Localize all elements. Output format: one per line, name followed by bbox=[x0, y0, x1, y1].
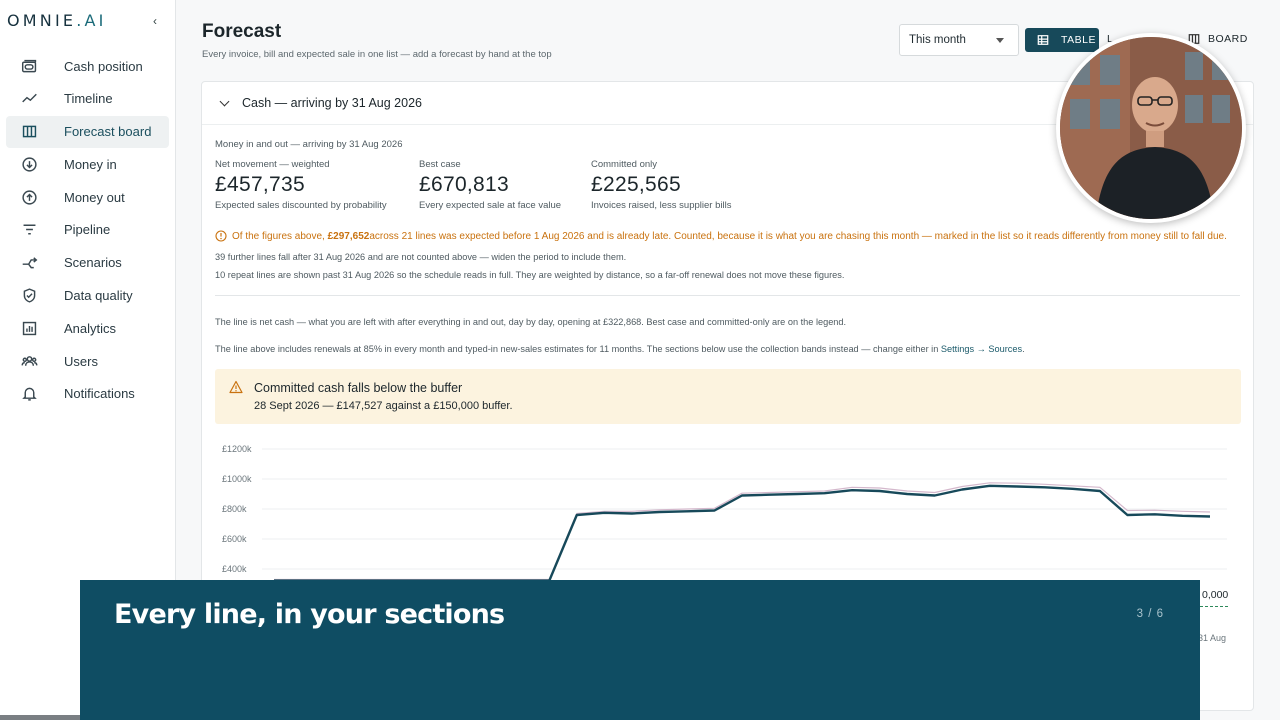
sidebar-item-pipeline[interactable]: Pipeline bbox=[6, 214, 169, 246]
branch-arrows-icon bbox=[20, 254, 38, 272]
view-table-button[interactable]: TABLE bbox=[1025, 28, 1099, 52]
sidebar-item-money-in[interactable]: Money in bbox=[6, 148, 169, 180]
sidebar-item-timeline[interactable]: Timeline bbox=[6, 83, 169, 115]
further-lines-note: 39 further lines fall after 31 Aug 2026 … bbox=[215, 252, 627, 262]
arrow-up-circle-icon bbox=[20, 188, 38, 206]
renewals-explainer: The line above includes renewals at 85% … bbox=[215, 344, 1025, 354]
y-tick-label: £1200k bbox=[222, 444, 252, 454]
view-board-label: BOARD bbox=[1208, 33, 1248, 45]
sidebar-nav: Cash position Timeline Forecast board Mo… bbox=[6, 50, 169, 411]
wallet-icon bbox=[20, 57, 38, 75]
sidebar-item-label: Data quality bbox=[64, 288, 133, 304]
buffer-line-peek bbox=[1200, 606, 1228, 607]
page-title: Forecast bbox=[202, 21, 282, 42]
renewals-explainer-text: The line above includes renewals at 85% … bbox=[215, 344, 941, 354]
view-board-button[interactable]: BOARD bbox=[1188, 33, 1248, 45]
sidebar-item-data-quality[interactable]: Data quality bbox=[6, 280, 169, 312]
metric-best-case: Best case £670,813 Every expected sale a… bbox=[419, 159, 561, 211]
alert-title: Committed cash falls below the buffer bbox=[254, 381, 463, 395]
sidebar-item-label: Users bbox=[64, 353, 98, 369]
late-note-prefix: Of the figures above, bbox=[232, 230, 325, 242]
sidebar-item-users[interactable]: Users bbox=[6, 345, 169, 377]
bar-chart-icon bbox=[20, 319, 38, 337]
sidebar-item-label: Money out bbox=[64, 189, 125, 205]
app-window: OMNIE.AI ‹ Cash position Timeline Foreca… bbox=[0, 0, 1280, 720]
metric-committed-only: Committed only £225,565 Invoices raised,… bbox=[591, 159, 731, 211]
sidebar-item-label: Cash position bbox=[64, 58, 143, 74]
buffer-alert: Committed cash falls below the buffer 28… bbox=[215, 369, 1241, 424]
section-label: Money in and out — arriving by 31 Aug 20… bbox=[215, 139, 403, 150]
best-case-series-line[interactable] bbox=[274, 482, 1211, 581]
bell-icon bbox=[20, 385, 38, 403]
brand-suffix: AI bbox=[84, 11, 107, 30]
sidebar-item-forecast-board[interactable]: Forecast board bbox=[6, 115, 169, 148]
chevron-down-icon bbox=[219, 96, 230, 106]
caption-banner: Every line, in your sections 3 / 6 bbox=[80, 580, 1200, 720]
divider bbox=[215, 295, 1240, 296]
sidebar-item-notifications[interactable]: Notifications bbox=[6, 378, 169, 410]
y-tick-label: £400k bbox=[222, 564, 247, 574]
sidebar-item-label: Analytics bbox=[64, 320, 117, 336]
columns-icon bbox=[20, 123, 38, 141]
slide-counter: 3 / 6 bbox=[1136, 608, 1164, 620]
brand-logo[interactable]: OMNIE.AI bbox=[7, 11, 107, 30]
net-cash-series-line[interactable] bbox=[274, 484, 1211, 582]
page-subtitle: Every invoice, bill and expected sale in… bbox=[202, 49, 552, 60]
sidebar-item-label: Timeline bbox=[64, 91, 113, 107]
table-icon bbox=[1037, 35, 1049, 45]
presenter-video-frame bbox=[1060, 37, 1242, 219]
repeat-lines-note: 10 repeat lines are shown past 31 Aug 20… bbox=[215, 270, 845, 280]
trend-line-icon bbox=[20, 90, 38, 108]
period-select-value: This month bbox=[909, 34, 966, 46]
filter-icon bbox=[20, 221, 38, 239]
chart-date-peek: 31 Aug bbox=[1198, 633, 1227, 643]
y-tick-label: £800k bbox=[222, 504, 247, 514]
alert-detail: 28 Sept 2026 — £147,527 against a £150,0… bbox=[254, 400, 513, 412]
sidebar-item-analytics[interactable]: Analytics bbox=[6, 312, 169, 344]
warning-circle-icon bbox=[215, 230, 227, 242]
sidebar-item-label: Forecast board bbox=[64, 124, 152, 140]
brand-dot: . bbox=[76, 11, 85, 30]
late-figures-note: Of the figures above, £297,652 across 21… bbox=[215, 230, 1227, 242]
sidebar-item-label: Notifications bbox=[64, 386, 135, 402]
caption-title: Every line, in your sections bbox=[114, 599, 505, 630]
metric-sub: Invoices raised, less supplier bills bbox=[591, 200, 732, 211]
sidebar-item-label: Money in bbox=[64, 156, 117, 172]
shield-check-icon bbox=[20, 287, 38, 305]
sidebar-item-cash-position[interactable]: Cash position bbox=[6, 50, 169, 82]
period-select[interactable]: This month bbox=[899, 24, 1019, 56]
sidebar-item-label: Pipeline bbox=[64, 222, 111, 238]
presenter-video[interactable] bbox=[1056, 33, 1246, 223]
metric-label: Net movement — weighted bbox=[215, 159, 330, 170]
metric-value: £225,565 bbox=[591, 173, 681, 196]
metric-sub: Every expected sale at face value bbox=[419, 200, 562, 211]
net-cash-explainer: The line is net cash — what you are left… bbox=[215, 317, 847, 327]
chart-value-peek: 0,000 bbox=[1202, 589, 1229, 601]
settings-sources-link[interactable]: Settings → Sources bbox=[941, 344, 1022, 354]
collapse-sidebar-icon[interactable]: ‹ bbox=[153, 14, 157, 28]
sidebar-item-scenarios[interactable]: Scenarios bbox=[6, 247, 169, 279]
y-tick-label: £600k bbox=[222, 534, 247, 544]
late-note-suffix: across 21 lines was expected before 1 Au… bbox=[369, 230, 1227, 242]
renewals-explainer-end: . bbox=[1022, 344, 1025, 354]
metric-sub: Expected sales discounted by probability bbox=[215, 200, 387, 211]
metric-label: Committed only bbox=[591, 159, 657, 170]
metric-net-movement: Net movement — weighted £457,735 Expecte… bbox=[215, 159, 387, 211]
warning-triangle-icon bbox=[229, 380, 243, 394]
metric-value: £457,735 bbox=[215, 173, 305, 196]
brand-name: OMNIE bbox=[7, 11, 77, 30]
metric-label: Best case bbox=[419, 159, 461, 170]
chevron-down-icon bbox=[996, 38, 1004, 43]
metric-value: £670,813 bbox=[419, 173, 509, 196]
sidebar-item-money-out[interactable]: Money out bbox=[6, 181, 169, 213]
sidebar-item-label: Scenarios bbox=[64, 255, 122, 271]
section-title: Cash — arriving by 31 Aug 2026 bbox=[242, 96, 422, 110]
view-table-label: TABLE bbox=[1061, 34, 1096, 46]
y-tick-label: £1000k bbox=[222, 474, 252, 484]
playback-progress-bar[interactable] bbox=[0, 715, 80, 720]
arrow-down-circle-icon bbox=[20, 155, 38, 173]
users-icon bbox=[20, 352, 38, 370]
late-amount: £297,652 bbox=[327, 230, 370, 242]
